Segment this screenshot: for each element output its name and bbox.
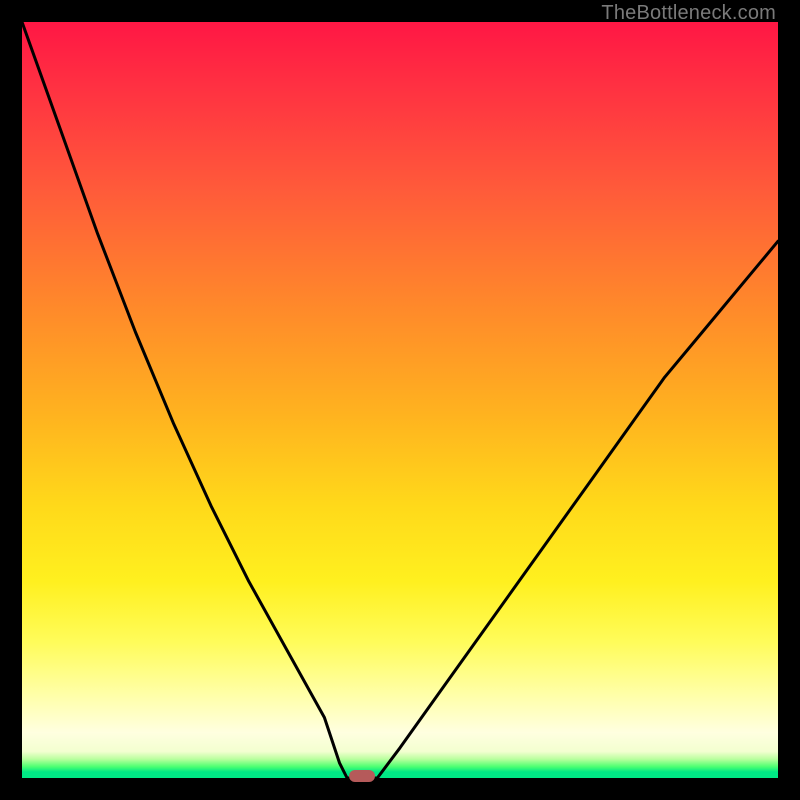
optimal-marker — [349, 770, 375, 782]
chart-frame: TheBottleneck.com — [0, 0, 800, 800]
bottleneck-curve — [22, 22, 778, 778]
curve-path — [22, 22, 778, 778]
watermark-text: TheBottleneck.com — [601, 2, 776, 25]
